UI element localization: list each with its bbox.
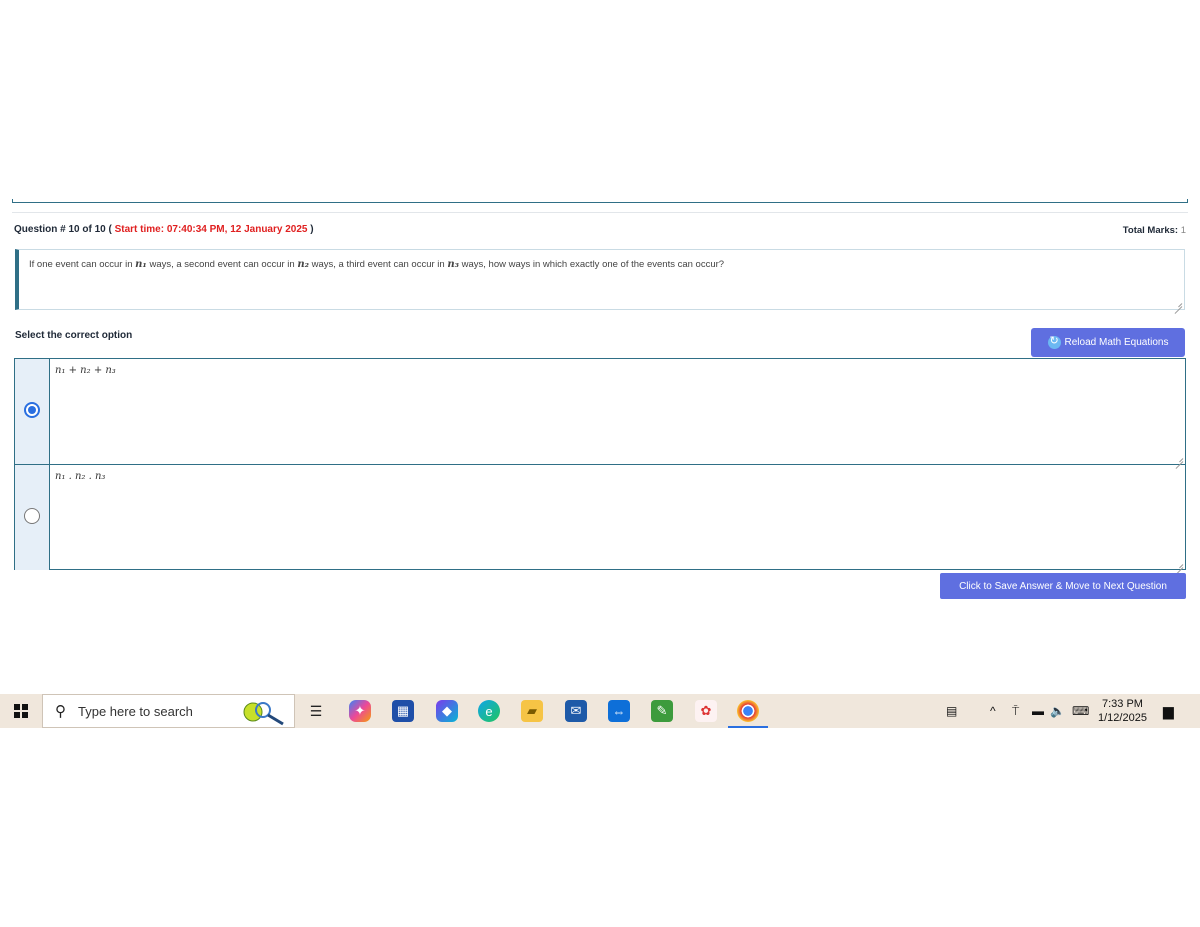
reload-label: Reload Math Equations	[1064, 337, 1169, 348]
edge-icon[interactable]: e	[478, 700, 500, 722]
question-text-part: ways, how ways in which exactly one of t…	[461, 259, 725, 270]
option-2-text: n₁ . n₂ . n₃	[55, 471, 106, 482]
mail-icon[interactable]: ✉	[565, 700, 587, 722]
notification-icon[interactable]: ▆	[1163, 694, 1174, 728]
notepad-icon[interactable]: ✎	[651, 700, 673, 722]
keyboard-icon[interactable]: ⌨	[1072, 694, 1089, 728]
question-header: Question # 10 of 10 ( Start time: 07:40:…	[14, 224, 314, 235]
windows-icon	[14, 704, 28, 718]
options-list: n₁ + n₂ + n₃ n₁ . n₂ . n₃	[14, 358, 1186, 570]
reload-math-button[interactable]: Reload Math Equations	[1031, 328, 1185, 357]
question-textarea[interactable]: If one event can occur in n₁ ways, a sec…	[15, 249, 1185, 310]
header-paren: )	[310, 224, 314, 235]
chrome-icon[interactable]	[737, 700, 759, 722]
math-n2: n₂	[297, 259, 309, 270]
question-text: If one event can occur in n₁ ways, a sec…	[29, 259, 724, 270]
network-icon[interactable]: ⍑	[1012, 694, 1019, 728]
battery-icon[interactable]: ▬	[1032, 694, 1044, 728]
option-1[interactable]: n₁ + n₂ + n₃	[15, 359, 1185, 465]
taskbar-search[interactable]: ⚲ Type here to search	[42, 694, 295, 728]
windows-taskbar: ⚲ Type here to search ☰ ✦ ▦ ◆ e ▰ ✉ ⇔ ✎ …	[0, 694, 1200, 728]
resize-handle[interactable]	[1175, 560, 1183, 568]
copilot-icon[interactable]: ✦	[349, 700, 371, 722]
clock-date: 1/12/2025	[1098, 712, 1147, 724]
radio-column	[15, 465, 50, 570]
volume-icon[interactable]: 🔈	[1050, 694, 1065, 728]
resize-handle[interactable]	[1174, 299, 1182, 307]
chevron-up-icon[interactable]: ^	[990, 694, 996, 728]
clock-time: 7:33 PM	[1101, 698, 1143, 710]
search-icon: ⚲	[55, 703, 66, 720]
save-next-button[interactable]: Click to Save Answer & Move to Next Ques…	[940, 573, 1186, 599]
task-view-icon[interactable]: ☰	[305, 700, 327, 722]
select-option-label: Select the correct option	[15, 330, 133, 341]
separator	[12, 212, 1188, 213]
total-marks-value: 1	[1180, 225, 1186, 236]
question-text-part: If one event can occur in	[29, 259, 133, 270]
math-n3: n₃	[447, 259, 459, 270]
question-text-part: ways, a second event can occur in	[149, 259, 295, 270]
teamviewer-icon[interactable]: ⇔	[608, 700, 630, 722]
total-marks-label: Total Marks:	[1122, 225, 1179, 236]
reload-icon	[1047, 334, 1061, 349]
store-icon[interactable]: ▦	[392, 700, 414, 722]
active-app-indicator	[728, 726, 768, 728]
widgets-icon[interactable]: ▤	[946, 694, 957, 728]
radio-option-2[interactable]	[24, 508, 40, 524]
start-button[interactable]	[0, 694, 42, 728]
file-explorer-icon[interactable]: ▰	[521, 700, 543, 722]
option-1-text: n₁ + n₂ + n₃	[55, 365, 116, 376]
start-time: Start time: 07:40:34 PM, 12 January 2025	[114, 224, 308, 235]
photo-icon[interactable]: ✿	[695, 700, 717, 722]
question-counter: Question # 10 of 10 (	[14, 224, 112, 235]
search-highlight-icon	[243, 702, 284, 726]
question-text-part: ways, a third event can occur in	[311, 259, 445, 270]
search-placeholder: Type here to search	[78, 704, 193, 719]
total-marks: Total Marks: 1	[1123, 225, 1186, 236]
resize-handle[interactable]	[1175, 454, 1183, 462]
radio-column	[15, 359, 50, 464]
radio-option-1[interactable]	[24, 402, 40, 418]
taskbar-clock[interactable]: 7:33 PM 1/12/2025	[1098, 697, 1147, 725]
option-2[interactable]: n₁ . n₂ . n₃	[15, 465, 1185, 570]
top-panel-border	[12, 199, 1188, 203]
m365-icon[interactable]: ◆	[436, 700, 458, 722]
math-n1: n₁	[135, 259, 147, 270]
